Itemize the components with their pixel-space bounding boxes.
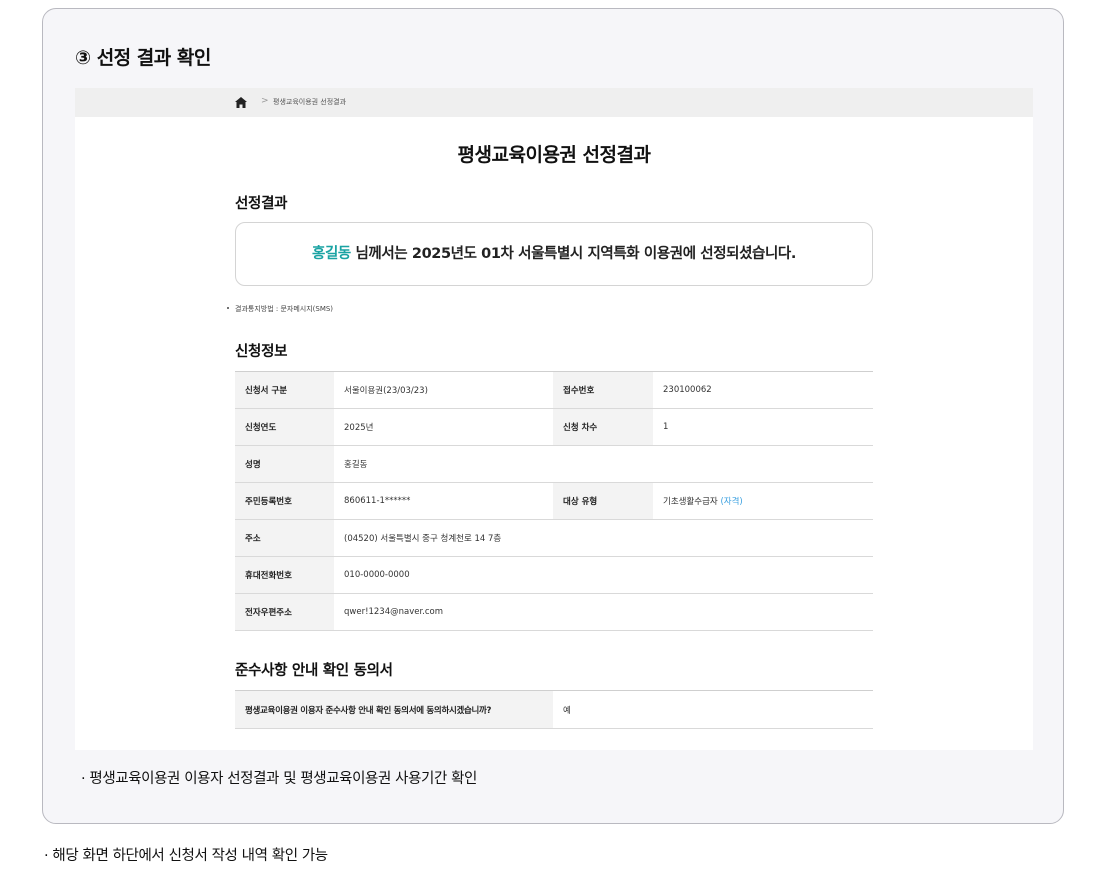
bullet-dot [227,307,229,309]
row-value: (04520) 서울특별시 중구 청계천로 14 7층 [334,519,873,557]
row-value: 2025년 [334,408,553,446]
notification-method: 결과통지방법 : 문자메시지(SMS) [227,304,333,314]
application-section-title: 신청정보 [235,344,288,360]
row-label: 성명 [235,445,334,483]
applicant-name: 홍길동 [312,246,351,262]
row-label: 신청 차수 [553,408,653,446]
consent-question: 평생교육이용권 이용자 준수사항 안내 확인 동의서에 동의하시겠습니까? [235,690,553,729]
row-value: 홍길동 [334,445,873,483]
qualification-link[interactable]: (자격) [720,497,742,507]
result-section-title: 선정결과 [235,196,288,212]
row-label: 접수번호 [553,371,653,409]
result-message: 님께서는 2025년도 01차 서울특별시 지역특화 이용권에 선정되셨습니다. [350,246,796,262]
home-icon[interactable] [235,97,247,108]
row-label: 대상 유형 [553,482,653,520]
row-value: 860611-1****** [334,482,553,520]
row-value: 서울이용권(23/03/23) [334,371,553,409]
result-box: 홍길동 님께서는 2025년도 01차 서울특별시 지역특화 이용권에 선정되셨… [235,222,873,286]
row-label: 휴대전화번호 [235,556,334,594]
step-card: ③ 선정 결과 확인 > 평생교육이용권 선정결과 평생교육이용권 선정결과 선… [42,8,1064,824]
row-label: 신청연도 [235,408,334,446]
row-label: 전자우편주소 [235,593,334,631]
row-value-target-type: 기초생활수급자 (자격) [653,482,873,520]
row-label: 신청서 구분 [235,371,334,409]
row-value: 230100062 [653,371,873,409]
table-row: 주민등록번호 860611-1****** 대상 유형 기초생활수급자 (자격) [235,482,873,520]
page-title: 평생교육이용권 선정결과 [457,144,651,166]
consent-section-title: 준수사항 안내 확인 동의서 [235,663,393,679]
table-row: 신청연도 2025년 신청 차수 1 [235,408,873,446]
description-bullet: · 해당 화면 하단에서 신청서 작성 내역 확인 가능 [44,848,328,864]
row-label: 주민등록번호 [235,482,334,520]
breadcrumb-separator: > [261,96,269,106]
row-label: 주소 [235,519,334,557]
notification-method-text: 결과통지방법 : 문자메시지(SMS) [235,305,334,313]
row-value: 010-0000-0000 [334,556,873,594]
row-value: 1 [653,408,873,446]
table-row: 평생교육이용권 이용자 준수사항 안내 확인 동의서에 동의하시겠습니까? 예 [235,690,873,729]
target-type-text: 기초생활수급자 [663,497,718,507]
table-row: 주소 (04520) 서울특별시 중구 청계천로 14 7층 [235,519,873,557]
breadcrumb: > 평생교육이용권 선정결과 [75,88,1033,117]
screenshot-panel: > 평생교육이용권 선정결과 평생교육이용권 선정결과 선정결과 홍길동 님께서… [75,88,1033,750]
table-row: 신청서 구분 서울이용권(23/03/23) 접수번호 230100062 [235,371,873,409]
table-row: 전자우편주소 qwer!1234@naver.com [235,593,873,631]
row-value: qwer!1234@naver.com [334,593,873,631]
consent-answer: 예 [553,690,873,729]
step-title: ③ 선정 결과 확인 [75,47,211,69]
table-row: 휴대전화번호 010-0000-0000 [235,556,873,594]
consent-table: 평생교육이용권 이용자 준수사항 안내 확인 동의서에 동의하시겠습니까? 예 [235,690,873,729]
table-row: 성명 홍길동 [235,445,873,483]
description-bullet: · 평생교육이용권 이용자 선정결과 및 평생교육이용권 사용기간 확인 [81,771,477,787]
application-info-table: 신청서 구분 서울이용권(23/03/23) 접수번호 230100062 신청… [235,371,873,631]
breadcrumb-current[interactable]: 평생교육이용권 선정결과 [273,97,346,107]
